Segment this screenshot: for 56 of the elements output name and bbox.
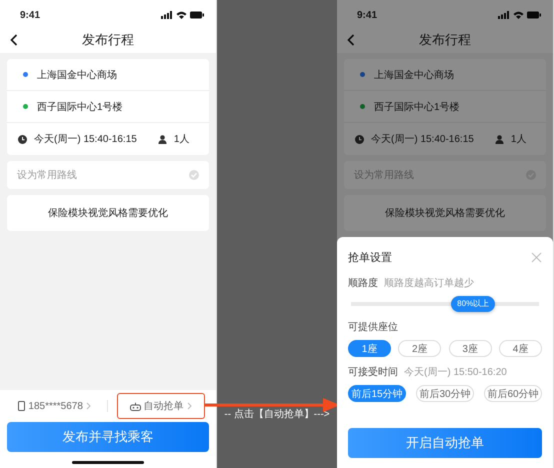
hint-text: 顺路度越高订单越少	[384, 276, 474, 290]
signal-icon	[498, 11, 510, 19]
slider-thumb[interactable]: 80%以上	[451, 296, 496, 312]
hint-text: 今天(周一) 15:50-16:20	[404, 366, 507, 379]
time-option[interactable]: 前后30分钟	[416, 385, 474, 402]
enable-auto-grab-button[interactable]: 开启自动抢单	[348, 428, 542, 458]
location-text[interactable]: 上海国金中心商场	[374, 68, 454, 82]
phone-link[interactable]: 185****5678	[11, 396, 98, 416]
clock-icon	[355, 134, 364, 144]
battery-icon	[527, 11, 541, 19]
location-text[interactable]: 西子国际中心1号楼	[374, 100, 460, 114]
passenger-count[interactable]: 1人	[510, 132, 526, 146]
page-title: 发布行程	[419, 31, 471, 49]
status-time: 9:41	[357, 10, 378, 20]
robot-icon	[130, 402, 141, 410]
time-text[interactable]: 今天(周一) 15:40-16:15	[371, 132, 474, 146]
battery-icon	[190, 11, 204, 19]
chevron-icon	[86, 402, 91, 410]
location-text[interactable]: 西子国际中心1号楼	[37, 100, 123, 114]
clock-icon	[18, 134, 27, 144]
back-icon[interactable]	[347, 34, 355, 46]
back-icon[interactable]	[10, 34, 18, 46]
favorite-route-label: 设为常用路线	[354, 168, 414, 182]
time-option[interactable]: 前后15分钟	[348, 385, 406, 402]
person-icon	[158, 134, 167, 144]
home-indicator	[72, 461, 144, 464]
seat-option[interactable]: 1座	[348, 340, 391, 357]
slider-track[interactable]: 80%以上	[351, 296, 539, 312]
location-text[interactable]: 上海国金中心商场	[37, 68, 117, 82]
check-circle[interactable]	[189, 170, 199, 180]
chevron-icon	[186, 402, 192, 410]
page-title: 发布行程	[82, 31, 134, 49]
section-label: 可提供座位	[348, 320, 398, 334]
close-icon[interactable]	[531, 252, 542, 262]
person-icon	[494, 134, 504, 144]
section-label: 可接受时间	[348, 366, 398, 379]
signal-icon	[161, 11, 173, 19]
publish-button[interactable]: 发布并寻找乘客	[7, 422, 209, 452]
insurance-text: 保险模块视觉风格需要优化	[385, 206, 505, 220]
time-option[interactable]: 前后60分钟	[484, 385, 542, 402]
passenger-count[interactable]: 1人	[174, 132, 190, 146]
wifi-icon	[176, 11, 187, 19]
status-time: 9:41	[20, 10, 40, 20]
seat-option[interactable]: 4座	[498, 340, 542, 357]
seat-option[interactable]: 3座	[448, 340, 492, 357]
section-label: 顺路度	[348, 276, 378, 290]
auto-grab-link[interactable]: 自动抢单	[116, 393, 205, 419]
insurance-text: 保险模块视觉风格需要优化	[48, 206, 168, 220]
favorite-route-row[interactable]: 设为常用路线	[7, 161, 209, 189]
sheet-title: 抢单设置	[348, 250, 392, 264]
time-text[interactable]: 今天(周一) 15:40-16:15	[34, 132, 137, 146]
seat-option[interactable]: 2座	[398, 340, 442, 357]
phone-icon	[18, 401, 26, 411]
favorite-route-label: 设为常用路线	[17, 168, 77, 182]
wifi-icon	[513, 11, 524, 19]
annotation-text: -- 点击【自动抢单】--->	[224, 408, 330, 421]
